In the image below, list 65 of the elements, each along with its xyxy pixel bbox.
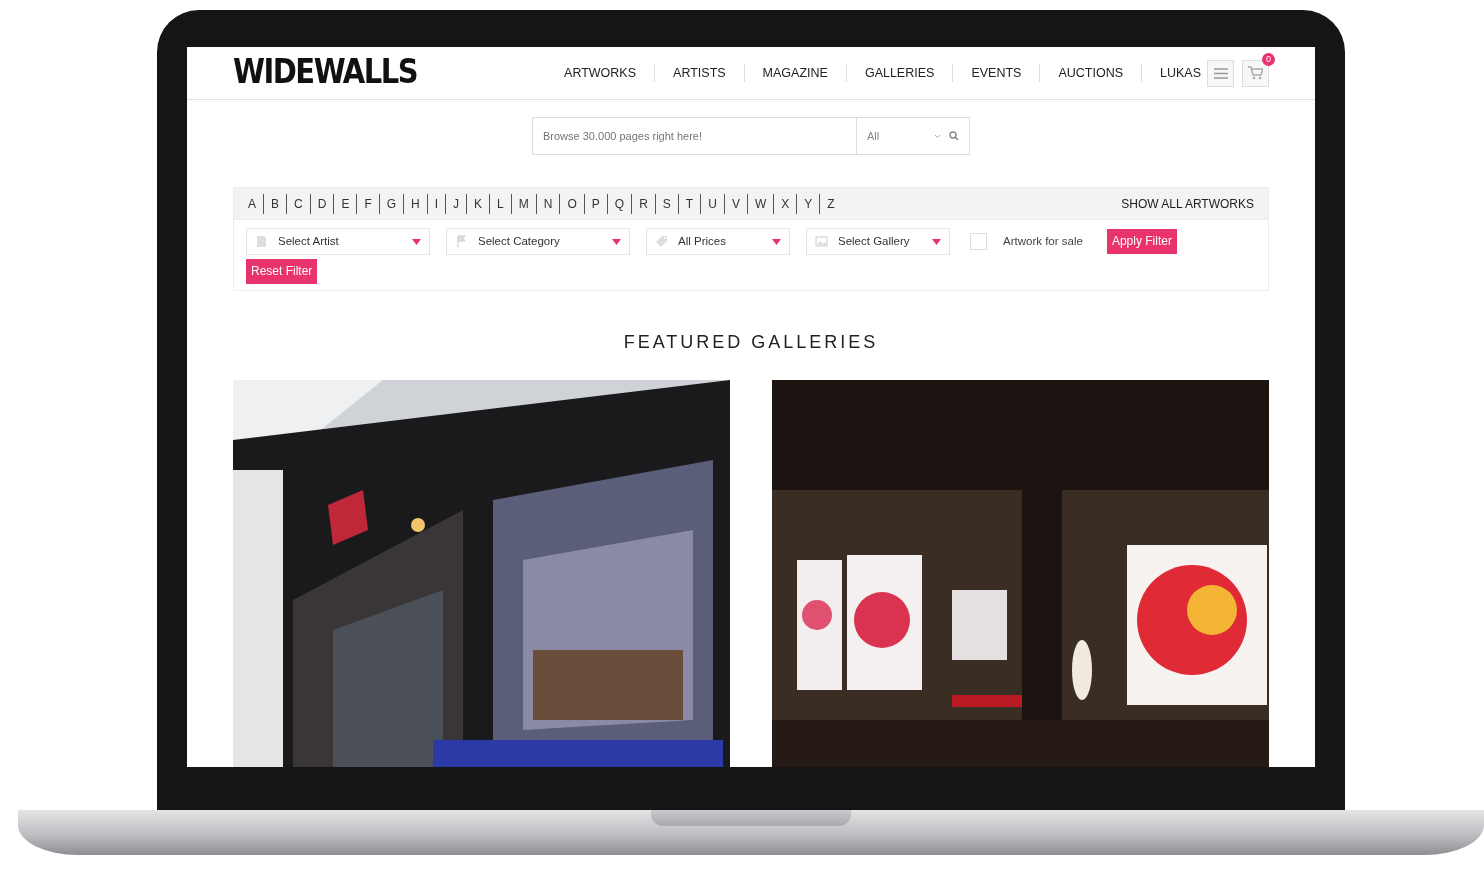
letter-link[interactable]: E: [334, 193, 358, 214]
show-all-link[interactable]: SHOW ALL ARTWORKS: [1121, 194, 1254, 213]
letter-link[interactable]: T: [678, 193, 702, 214]
filter-dropdown[interactable]: Select Category: [446, 228, 630, 255]
nav-link[interactable]: GALLERIES: [846, 63, 954, 83]
letter-link[interactable]: Q: [607, 193, 633, 214]
letter-link[interactable]: S: [655, 193, 679, 214]
letter-link[interactable]: X: [774, 193, 798, 214]
nav-link[interactable]: ARTWORKS: [546, 63, 656, 83]
scope-label: All: [867, 128, 880, 144]
letter-link[interactable]: D: [310, 193, 335, 214]
letter-link[interactable]: B: [264, 193, 288, 214]
letter-link[interactable]: K: [467, 193, 491, 214]
image-icon: [815, 235, 828, 248]
letter-link[interactable]: Z: [820, 193, 842, 214]
filter-dropdown[interactable]: Select Artist: [246, 228, 430, 255]
search-field[interactable]: Browse 30.000 pages right here!: [532, 117, 856, 155]
letter-link[interactable]: J: [446, 193, 468, 214]
filter-dropdown[interactable]: Select Gallery: [806, 228, 950, 255]
nav-link[interactable]: ARTISTS: [655, 63, 745, 83]
letter-link[interactable]: O: [560, 193, 585, 214]
letter-link[interactable]: F: [357, 193, 380, 214]
letter-link[interactable]: G: [379, 193, 405, 214]
letter-link[interactable]: V: [724, 193, 748, 214]
letter-link[interactable]: P: [584, 193, 608, 214]
nav-link[interactable]: AUCTIONS: [1040, 63, 1142, 83]
apply-filter-button[interactable]: Apply Filter: [1106, 229, 1177, 254]
cart-count-badge: 0: [1262, 52, 1275, 66]
menu-button[interactable]: [1207, 59, 1234, 87]
checkbox-label: Artwork for sale: [1003, 233, 1083, 249]
section-title: FEATURED GALLERIES: [622, 331, 880, 354]
letter-link[interactable]: A: [248, 193, 264, 214]
filter-label: Select Category: [478, 233, 560, 249]
caret-icon: [772, 238, 781, 245]
caret-icon: [932, 238, 941, 245]
document-icon: [255, 235, 268, 248]
letter-link[interactable]: U: [701, 193, 725, 214]
caret-icon: [934, 133, 941, 139]
search-icon[interactable]: [949, 131, 959, 141]
filter-dropdown[interactable]: All Prices: [646, 228, 790, 255]
reset-filter-button[interactable]: Reset Filter: [246, 259, 318, 284]
nav-link[interactable]: MAGAZINE: [744, 63, 847, 83]
menu-icon: [1213, 67, 1228, 79]
filter-label: All Prices: [678, 233, 726, 249]
scope-dropdown[interactable]: All: [856, 117, 970, 155]
checkbox[interactable]: [970, 233, 987, 250]
letter-link[interactable]: H: [404, 193, 428, 214]
logo[interactable]: WIDEWALLS: [233, 48, 418, 98]
tag-icon: [655, 235, 668, 248]
cart-icon: [1248, 66, 1263, 80]
nav-link[interactable]: EVENTS: [953, 63, 1041, 83]
flag-icon: [455, 235, 468, 248]
letter-link[interactable]: I: [427, 193, 447, 214]
caret-icon: [412, 238, 421, 245]
letter-link[interactable]: C: [287, 193, 311, 214]
filter-label: Select Artist: [278, 233, 339, 249]
letter-link[interactable]: N: [536, 193, 561, 214]
caret-icon: [612, 238, 621, 245]
filter-label: Select Gallery: [838, 233, 910, 249]
letter-link[interactable]: W: [747, 193, 775, 214]
user-link[interactable]: LUKAS: [1142, 63, 1207, 83]
letter-link[interactable]: L: [490, 193, 512, 214]
letter-link[interactable]: M: [511, 193, 537, 214]
letter-link[interactable]: Y: [797, 193, 821, 214]
letter-link[interactable]: R: [632, 193, 656, 214]
